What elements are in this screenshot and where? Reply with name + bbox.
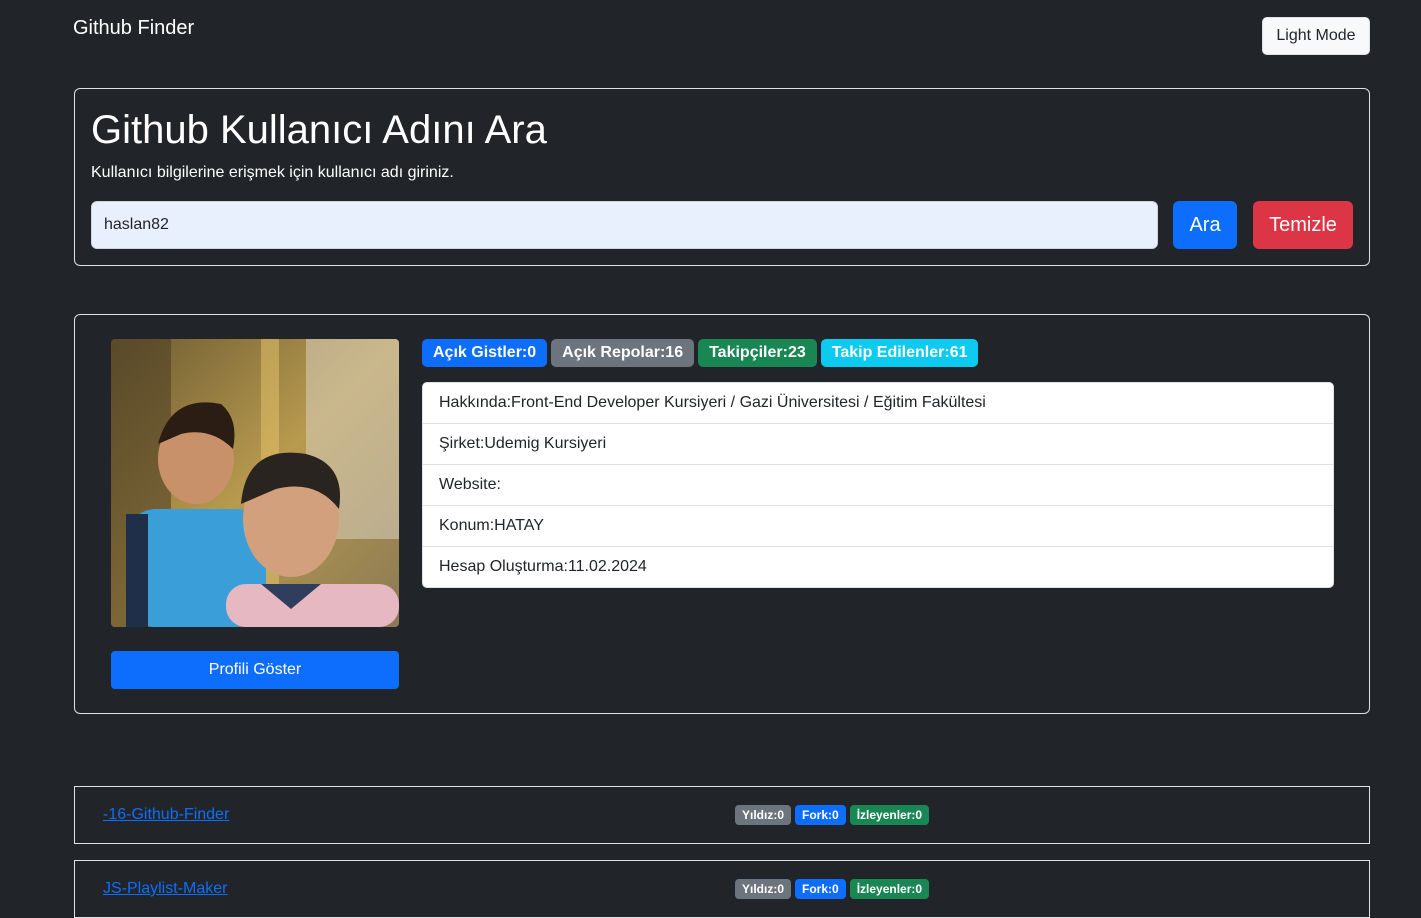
- info-website: Website:: [423, 464, 1333, 505]
- clear-button[interactable]: Temizle: [1253, 201, 1353, 249]
- repo-forks-badge: Fork:0: [795, 805, 846, 825]
- info-about: Hakkında:Front-End Developer Kursiyeri /…: [439, 394, 986, 411]
- username-search-input[interactable]: [91, 201, 1158, 249]
- repo-badges: Yıldız:0 Fork:0 İzleyenler:0: [735, 861, 930, 917]
- search-card: Github Kullanıcı Adını Ara Kullanıcı bil…: [74, 88, 1370, 266]
- following-badge: Takip Edilenler:61: [820, 339, 979, 367]
- repo-link[interactable]: -16-Github-Finder: [103, 787, 229, 843]
- search-subtitle: Kullanıcı bilgilerine erişmek için kulla…: [91, 164, 454, 181]
- profile-info-list: Hakkında:Front-End Developer Kursiyeri /…: [422, 382, 1334, 588]
- info-location: Konum:HATAY: [423, 505, 1333, 546]
- navbar-brand[interactable]: Github Finder: [73, 17, 194, 40]
- show-profile-button[interactable]: Profili Göster: [111, 651, 399, 689]
- repo-watchers-badge: İzleyenler:0: [849, 805, 930, 825]
- search-button[interactable]: Ara: [1173, 201, 1237, 249]
- info-created: Hesap Oluşturma:11.02.2024: [423, 546, 1333, 587]
- light-mode-button[interactable]: Light Mode: [1262, 17, 1370, 55]
- search-title: Github Kullanıcı Adını Ara: [91, 108, 547, 152]
- repo-link[interactable]: JS-Playlist-Maker: [103, 861, 227, 917]
- public-repos-badge: Açık Repolar:16: [551, 339, 695, 367]
- avatar: [111, 339, 399, 627]
- info-company: Şirket:Udemig Kursiyeri: [423, 423, 1333, 464]
- public-gists-badge: Açık Gistler:0: [422, 339, 548, 367]
- repo-watchers-badge: İzleyenler:0: [849, 879, 930, 899]
- repo-stars-badge: Yıldız:0: [735, 805, 792, 825]
- followers-badge: Takipçiler:23: [698, 339, 817, 367]
- repo-stars-badge: Yıldız:0: [735, 879, 792, 899]
- stats-badges: Açık Gistler:0 Açık Repolar:16 Takipçile…: [422, 339, 979, 367]
- repo-forks-badge: Fork:0: [795, 879, 846, 899]
- avatar-photo: [111, 339, 399, 627]
- repo-item: JS-Playlist-Maker Yıldız:0 Fork:0 İzleye…: [74, 860, 1370, 918]
- profile-card: Profili Göster Açık Gistler:0 Açık Repol…: [74, 314, 1370, 714]
- repo-badges: Yıldız:0 Fork:0 İzleyenler:0: [735, 787, 930, 843]
- repo-item: -16-Github-Finder Yıldız:0 Fork:0 İzleye…: [74, 786, 1370, 844]
